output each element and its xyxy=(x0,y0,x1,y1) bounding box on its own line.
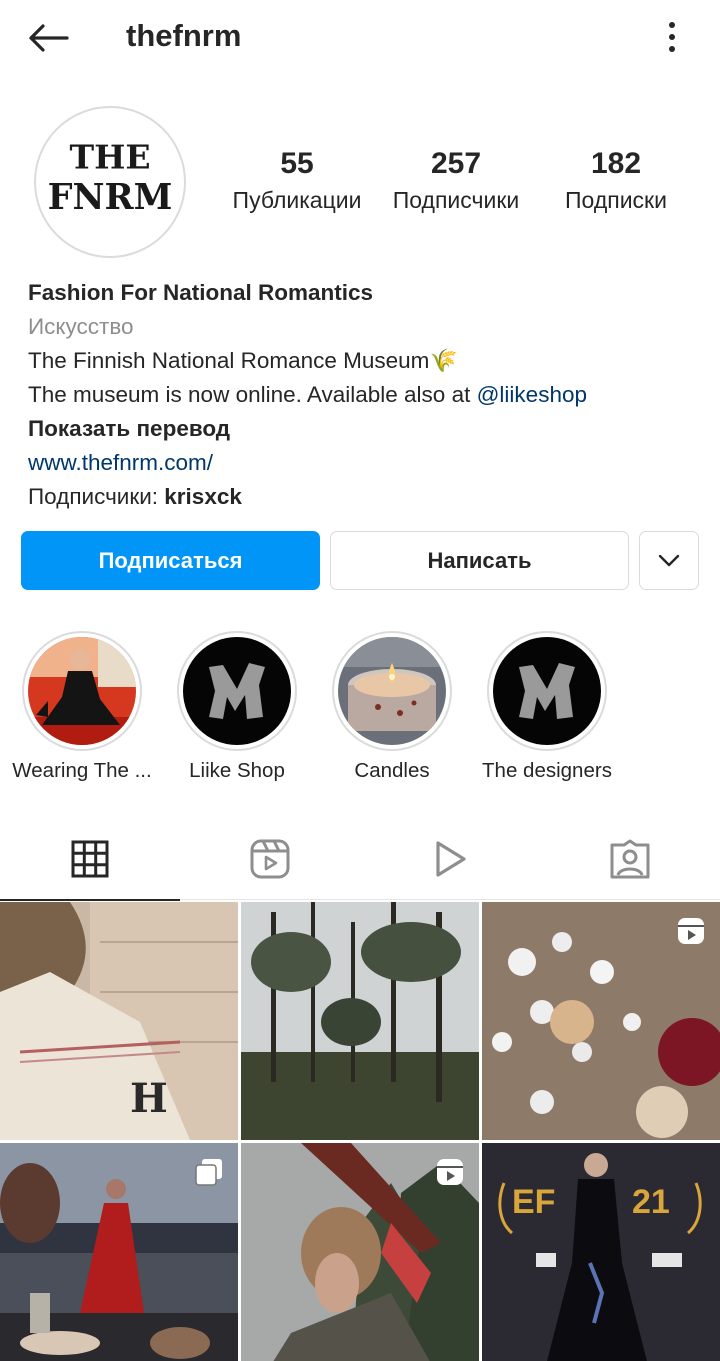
tab-posts[interactable] xyxy=(0,818,180,901)
tab-reels[interactable] xyxy=(180,818,360,900)
tab-tagged[interactable] xyxy=(540,818,720,900)
svg-text:H: H xyxy=(130,1075,168,1122)
post-thumbnail[interactable] xyxy=(241,902,479,1140)
highlight-wearing-the[interactable]: Wearing The ... xyxy=(12,631,152,782)
carousel-badge-icon xyxy=(195,1159,222,1186)
more-options-button[interactable] xyxy=(662,14,682,60)
stat-posts-label: Публикации xyxy=(232,187,362,213)
grid-icon xyxy=(71,840,109,878)
highlight-label: The designers xyxy=(482,759,612,782)
profile-username: thefnrm xyxy=(126,18,242,53)
post-thumbnail[interactable]: EF 21 xyxy=(482,1143,720,1361)
tagged-icon xyxy=(610,839,650,879)
profile-category: Искусство xyxy=(28,314,134,339)
suggested-accounts-button[interactable] xyxy=(639,531,699,590)
svg-text:FNRM: FNRM xyxy=(48,177,173,218)
post-thumbnail[interactable]: H xyxy=(0,902,238,1140)
reels-badge-icon xyxy=(437,1159,463,1185)
stat-followers-label: Подписчики xyxy=(392,187,520,213)
tab-videos[interactable] xyxy=(360,818,540,900)
profile-avatar[interactable]: THE FNRM xyxy=(34,106,186,258)
stat-following-count: 182 xyxy=(590,147,642,180)
highlight-liike-shop[interactable]: Liike Shop xyxy=(177,631,297,782)
back-button[interactable] xyxy=(22,16,74,60)
website-link[interactable]: www.thefnrm.com/ xyxy=(28,446,698,480)
message-button[interactable]: Написать xyxy=(330,531,629,590)
highlight-cover-image xyxy=(493,637,601,745)
stat-following[interactable]: 182 Подписки xyxy=(541,146,691,218)
bio-line-1: The Finnish National Romance Museum🌾 xyxy=(28,348,458,373)
stat-followers[interactable]: 257 Подписчики xyxy=(381,146,531,218)
profile-display-name: Fashion For National Romantics xyxy=(28,280,374,305)
reels-icon xyxy=(250,839,290,879)
more-vertical-icon xyxy=(669,22,675,28)
post-image xyxy=(241,902,479,1140)
profile-bio: Fashion For National Romantics Искусство… xyxy=(28,276,698,514)
highlight-cover-image xyxy=(28,637,136,745)
svg-text:THE: THE xyxy=(69,137,150,176)
play-icon xyxy=(436,841,466,877)
svg-text:21: 21 xyxy=(632,1183,670,1221)
profile-tabs xyxy=(0,818,720,901)
reels-badge-icon xyxy=(678,918,704,944)
wheat-icon: 🌾 xyxy=(429,348,458,373)
highlight-label: Candles xyxy=(354,759,430,782)
highlight-cover-image xyxy=(338,637,446,745)
top-bar: thefnrm xyxy=(0,0,720,74)
stat-following-label: Подписки xyxy=(565,187,667,213)
highlight-the-designers[interactable]: The designers xyxy=(482,631,612,782)
highlight-cover-image xyxy=(183,637,291,745)
chevron-down-icon xyxy=(658,554,680,566)
post-image: EF 21 xyxy=(482,1143,720,1361)
show-translation-link[interactable]: Показать перевод xyxy=(28,412,698,446)
post-image: H xyxy=(0,902,238,1140)
post-thumbnail[interactable] xyxy=(482,902,720,1140)
post-thumbnail[interactable] xyxy=(241,1143,479,1361)
bio-mention-link[interactable]: @liikeshop xyxy=(477,382,587,407)
stat-posts-count: 55 xyxy=(280,147,314,180)
followed-by-user: krisxck xyxy=(164,484,242,509)
follow-button[interactable]: Подписаться xyxy=(21,531,320,590)
post-thumbnail[interactable] xyxy=(0,1143,238,1361)
stat-followers-count: 257 xyxy=(430,147,482,180)
followed-by[interactable]: Подписчики: krisxck xyxy=(28,480,698,514)
highlight-label: Liike Shop xyxy=(189,759,285,782)
svg-text:EF: EF xyxy=(512,1183,555,1221)
stat-posts[interactable]: 55 Публикации xyxy=(222,146,372,218)
avatar-logo: THE FNRM xyxy=(48,137,173,218)
arrow-left-icon xyxy=(29,24,69,52)
highlight-candles[interactable]: Candles xyxy=(332,631,452,782)
bio-line-2: The museum is now online. Available also… xyxy=(28,382,587,407)
